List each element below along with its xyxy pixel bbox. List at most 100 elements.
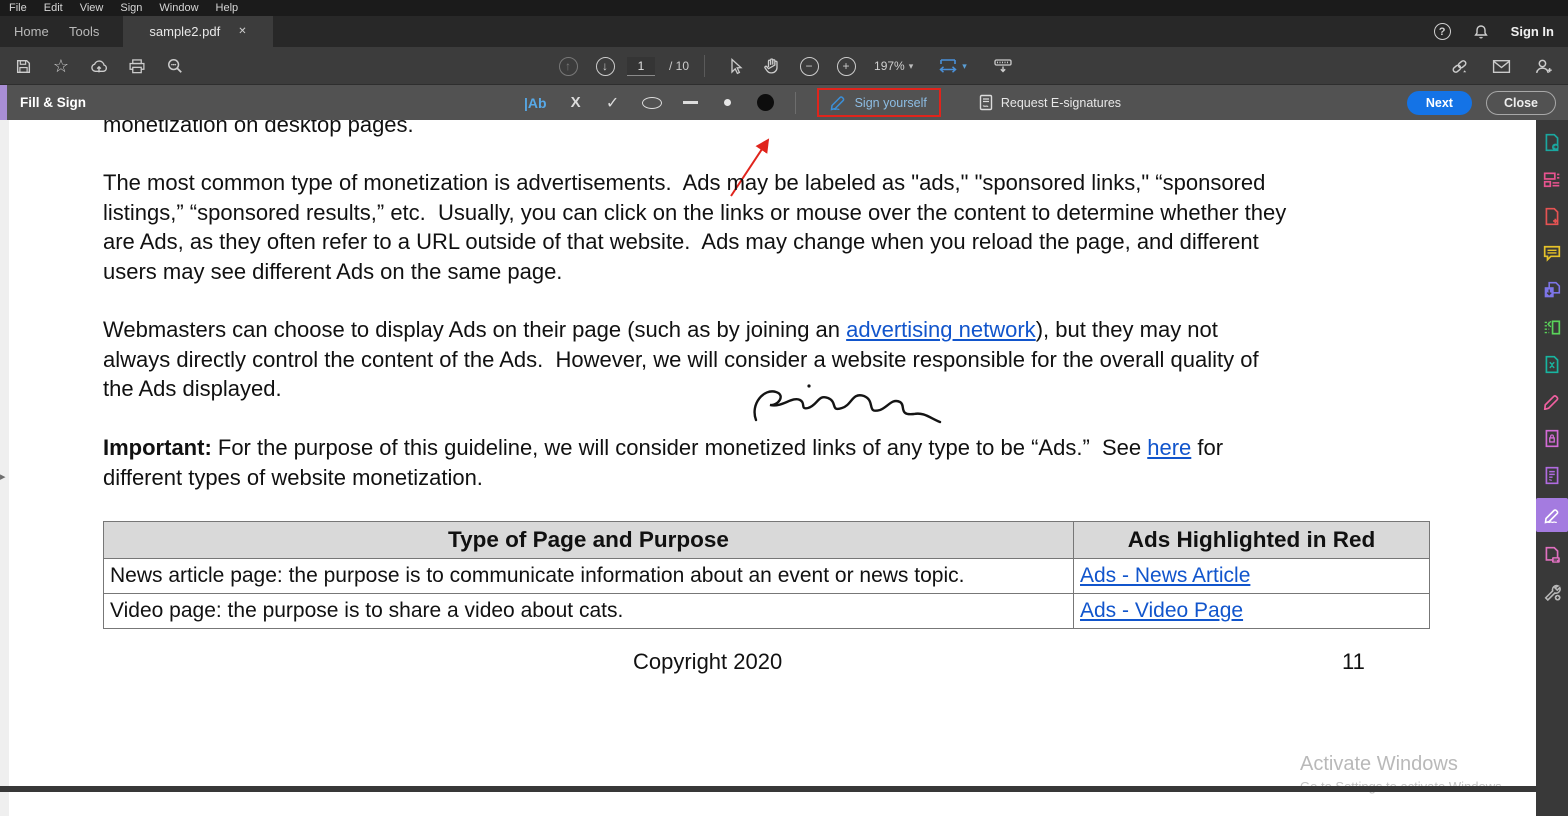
pane-expand-handle[interactable]: ▸: [0, 470, 6, 483]
export-pdf-icon[interactable]: [1536, 128, 1568, 156]
share-link-icon[interactable]: [1444, 51, 1474, 81]
table-header-type: Type of Page and Purpose: [103, 521, 1074, 559]
favorite-star-icon[interactable]: ☆: [46, 51, 76, 81]
doc-text-segment: Webmasters can choose to display Ads on …: [103, 317, 847, 342]
doc-text-segment: For the purpose of this guideline, we wi…: [211, 435, 1148, 460]
menu-edit[interactable]: Edit: [44, 2, 63, 14]
save-icon[interactable]: [8, 51, 38, 81]
close-button[interactable]: Close: [1485, 90, 1556, 115]
help-icon[interactable]: ?: [1433, 23, 1451, 40]
comment-icon[interactable]: [1536, 239, 1568, 267]
watermark-title: Activate Windows: [1300, 753, 1458, 775]
share-cloud-icon[interactable]: [84, 51, 114, 81]
doc-text-line: Webmasters can choose to display Ads on …: [103, 315, 1218, 345]
sign-pen-icon: [829, 94, 848, 111]
protect-icon[interactable]: [1536, 424, 1568, 452]
sign-yourself-button[interactable]: Sign yourself: [816, 88, 941, 117]
send-for-review-icon[interactable]: [1536, 541, 1568, 569]
fill-sign-toolbar: Fill & Sign |Ab X ✓ Sign yourself Reques…: [0, 85, 1568, 120]
copyright-text: Copyright 2020: [633, 649, 783, 674]
email-icon[interactable]: [1486, 51, 1516, 81]
menu-window[interactable]: Window: [159, 2, 198, 14]
compress-pdf-icon[interactable]: [1536, 350, 1568, 378]
pdf-page: ▸ monetization on desktop pages. The mos…: [0, 120, 1536, 816]
menu-view[interactable]: View: [80, 2, 104, 14]
next-page-icon[interactable]: ↓: [590, 51, 620, 81]
doc-text-clipped: monetization on desktop pages.: [103, 120, 414, 137]
request-esignatures-icon: [978, 94, 994, 111]
doc-text-line: always directly control the content of t…: [103, 346, 1259, 372]
advertising-network-link[interactable]: advertising network: [846, 317, 1036, 342]
previous-page-icon[interactable]: ↑: [553, 51, 583, 81]
handwritten-signature: [753, 384, 942, 424]
table-header-ads: Ads Highlighted in Red: [1073, 521, 1430, 559]
zoom-in-icon[interactable]: +: [831, 51, 861, 81]
table-cell-desc: Video page: the purpose is to share a vi…: [103, 593, 1074, 629]
doc-text-line: are Ads, as they often refer to a URL ou…: [103, 229, 1259, 254]
important-label: Important:: [103, 435, 212, 460]
sign-yourself-label: Sign yourself: [854, 95, 927, 110]
page-number-text: 11: [1342, 649, 1365, 674]
select-tool-icon[interactable]: [720, 51, 750, 81]
next-button[interactable]: Next: [1406, 90, 1472, 115]
zoom-out-icon[interactable]: −: [794, 51, 824, 81]
ads-table: Type of Page and Purpose Ads Highlighted…: [103, 521, 1430, 629]
hand-tool-icon[interactable]: [757, 51, 787, 81]
doc-text-line: users may see different Ads on the same …: [103, 258, 563, 284]
page-count-label: / 10: [669, 59, 690, 73]
tab-document[interactable]: sample2.pdf ✕: [123, 16, 273, 47]
add-user-icon[interactable]: [1528, 51, 1558, 81]
filled-dot-tool[interactable]: [756, 94, 774, 111]
line-tool[interactable]: [683, 101, 699, 104]
page-number-input[interactable]: 1: [627, 56, 655, 76]
edit-pdf-icon[interactable]: [1536, 165, 1568, 193]
more-tools-icon[interactable]: [1536, 578, 1568, 606]
menu-file[interactable]: File: [9, 2, 27, 14]
table-row: News article page: the purpose is to com…: [103, 558, 1430, 594]
organize-pages-icon[interactable]: [1536, 313, 1568, 341]
fill-sign-accent-strip: [0, 85, 7, 120]
fit-width-dropdown[interactable]: ▾: [938, 57, 967, 75]
redact-icon[interactable]: [1536, 387, 1568, 415]
doc-text-line: Important: For the purpose of this guide…: [103, 433, 1223, 463]
fit-width-icon: [938, 57, 958, 75]
fill-sign-sidebar-icon[interactable]: [1536, 498, 1568, 532]
navigation-pane-strip: [0, 120, 9, 816]
doc-text-line: the Ads displayed.: [103, 376, 282, 401]
prepare-form-icon[interactable]: [1536, 461, 1568, 489]
dot-tool[interactable]: [720, 99, 736, 106]
table-row: Video page: the purpose is to share a vi…: [103, 593, 1430, 629]
add-text-tool[interactable]: |Ab: [524, 95, 547, 111]
page-scrolling-icon[interactable]: [988, 51, 1018, 81]
page-separator: [0, 786, 1536, 792]
zoom-level-value: 197%: [874, 59, 905, 73]
request-esignatures-button[interactable]: Request E-signatures: [978, 94, 1121, 111]
tab-home[interactable]: Home: [0, 16, 63, 47]
zoom-level-dropdown[interactable]: 197% ▾: [874, 59, 913, 73]
main-toolbar: ☆ ↑ ↓ 1 / 10 − + 197% ▾ ▾: [0, 47, 1568, 85]
print-icon[interactable]: [122, 51, 152, 81]
doc-text-line: different types of website monetization.: [103, 464, 483, 490]
sign-in-button[interactable]: Sign In: [1511, 24, 1554, 39]
ads-video-page-link[interactable]: Ads - Video Page: [1080, 599, 1243, 622]
doc-text-segment: ), but they may not: [1035, 317, 1218, 342]
table-cell-desc: News article page: the purpose is to com…: [103, 558, 1074, 594]
circle-tool[interactable]: [641, 96, 662, 109]
tools-sidebar: [1536, 120, 1568, 816]
here-link[interactable]: here: [1147, 435, 1191, 460]
check-tool[interactable]: ✓: [605, 93, 621, 113]
create-pdf-icon[interactable]: [1536, 202, 1568, 230]
document-tab-title: sample2.pdf: [149, 24, 221, 39]
menu-help[interactable]: Help: [216, 2, 239, 14]
combine-files-icon[interactable]: [1536, 276, 1568, 304]
menu-bar: File Edit View Sign Window Help: [0, 0, 1568, 16]
fill-sign-title: Fill & Sign: [20, 95, 86, 110]
search-icon[interactable]: [160, 51, 190, 81]
tab-tools[interactable]: Tools: [55, 16, 113, 47]
doc-text-line: The most common type of monetization is …: [103, 170, 1266, 195]
cross-tool[interactable]: X: [568, 94, 584, 111]
notifications-bell-icon[interactable]: [1473, 24, 1489, 40]
menu-sign[interactable]: Sign: [120, 2, 142, 14]
close-tab-icon[interactable]: ✕: [238, 26, 246, 37]
ads-news-article-link[interactable]: Ads - News Article: [1080, 564, 1250, 587]
